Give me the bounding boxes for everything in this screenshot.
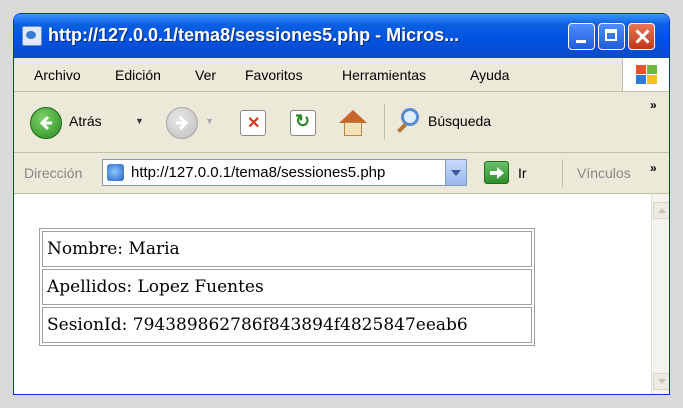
toolbar-overflow-icon[interactable]: » (650, 98, 657, 112)
browser-window: http://127.0.0.1/tema8/sessiones5.php - … (13, 13, 670, 395)
windows-logo-icon (622, 58, 669, 91)
menu-item-ver[interactable]: Ver (195, 67, 216, 83)
toolbar-separator (384, 104, 385, 140)
home-button[interactable] (339, 110, 367, 138)
stop-icon: ✕ (247, 115, 261, 132)
back-label: Atrás (69, 113, 102, 129)
address-input[interactable]: http://127.0.0.1/tema8/sessiones5.php (102, 159, 467, 186)
address-bar: Dirección http://127.0.0.1/tema8/session… (14, 153, 669, 194)
stop-button[interactable]: ✕ (240, 110, 266, 136)
address-separator (562, 159, 563, 187)
minimize-button[interactable] (568, 23, 595, 50)
menu-item-archivo[interactable]: Archivo (34, 67, 81, 83)
search-icon-handle (397, 123, 407, 133)
refresh-button[interactable]: ↻ (290, 110, 316, 136)
table-row: SesionId: 794389862786f843894f4825847eea… (42, 307, 532, 343)
address-url[interactable]: http://127.0.0.1/tema8/sessiones5.php (131, 164, 385, 181)
window-title: http://127.0.0.1/tema8/sessiones5.php - … (48, 25, 460, 45)
back-dropdown-icon[interactable]: ▼ (135, 116, 144, 126)
address-dropdown-button[interactable] (445, 160, 466, 185)
vertical-scrollbar[interactable] (651, 194, 669, 394)
links-label[interactable]: Vínculos (577, 165, 631, 181)
table-row: Nombre: Maria (42, 231, 532, 267)
links-overflow-icon[interactable]: » (650, 161, 657, 175)
menu-bar: Archivo Edición Ver Favoritos Herramient… (14, 58, 669, 92)
back-arrow-icon (39, 115, 52, 131)
table-cell: SesionId: 794389862786f843894f4825847eea… (42, 307, 532, 343)
table-row: Apellidos: Lopez Fuentes (42, 269, 532, 305)
forward-button[interactable] (166, 107, 198, 139)
scroll-down-button[interactable] (653, 373, 669, 390)
search-button[interactable] (397, 108, 423, 134)
forward-dropdown-icon[interactable]: ▼ (205, 116, 214, 126)
forward-arrow-icon (176, 115, 189, 131)
ie-page-icon (22, 26, 42, 46)
scroll-up-button[interactable] (653, 202, 669, 219)
address-label: Dirección (24, 165, 83, 181)
maximize-button[interactable] (598, 23, 625, 50)
menu-item-favoritos[interactable]: Favoritos (245, 67, 303, 83)
search-label[interactable]: Búsqueda (428, 113, 491, 129)
table-cell: Nombre: Maria (42, 231, 532, 267)
home-icon-wall (344, 122, 362, 136)
table-cell: Apellidos: Lopez Fuentes (42, 269, 532, 305)
menu-item-ayuda[interactable]: Ayuda (470, 67, 509, 83)
back-button[interactable] (30, 107, 62, 139)
close-button[interactable] (628, 23, 655, 50)
ie-page-icon (107, 164, 124, 181)
standard-toolbar: Atrás ▼ ▼ ✕ ↻ Búsqueda » (14, 92, 669, 153)
title-bar[interactable]: http://127.0.0.1/tema8/sessiones5.php - … (14, 14, 669, 58)
refresh-icon: ↻ (295, 111, 311, 131)
page-content: Nombre: Maria Apellidos: Lopez Fuentes S… (14, 194, 651, 394)
session-table: Nombre: Maria Apellidos: Lopez Fuentes S… (39, 228, 535, 346)
go-button[interactable]: Ir (518, 165, 527, 181)
go-arrow-icon[interactable] (484, 161, 509, 184)
menu-item-herramientas[interactable]: Herramientas (342, 67, 426, 83)
menu-item-edicion[interactable]: Edición (115, 67, 161, 83)
